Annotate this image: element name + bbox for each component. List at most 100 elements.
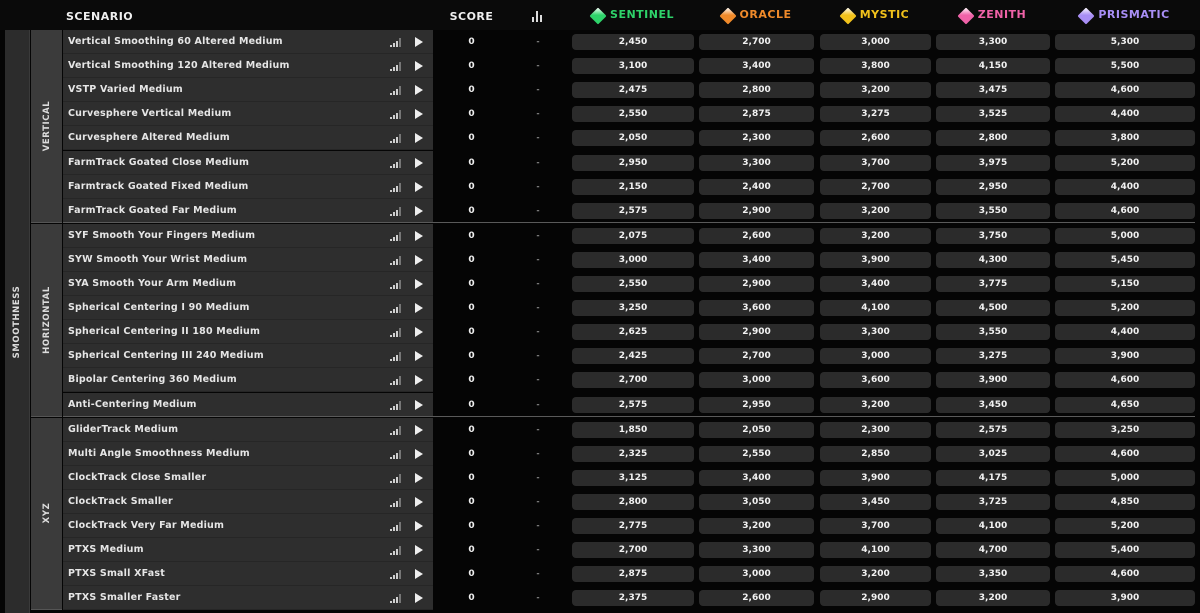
difficulty-bars-icon[interactable] xyxy=(390,62,402,72)
play-icon[interactable] xyxy=(415,254,423,265)
score-header[interactable]: SCORE xyxy=(433,0,510,30)
scenario-cell[interactable]: FarmTrack Goated Close Medium xyxy=(63,150,433,175)
stats-icon[interactable] xyxy=(532,11,544,22)
scenario-cell[interactable]: Anti-Centering Medium xyxy=(63,392,433,417)
play-icon[interactable] xyxy=(415,181,423,192)
scenario-cell[interactable]: Vertical Smoothing 60 Altered Medium xyxy=(63,30,433,54)
difficulty-bars-icon[interactable] xyxy=(390,425,402,435)
difficulty-bars-icon[interactable] xyxy=(390,497,402,507)
scenario-name[interactable]: ClockTrack Close Smaller xyxy=(68,466,206,490)
scenario-cell[interactable]: Spherical Centering II 180 Medium xyxy=(63,320,433,345)
scenario-name[interactable]: PTXS Small XFast xyxy=(68,562,165,586)
scenario-cell[interactable]: VSTP Varied Medium xyxy=(63,78,433,103)
difficulty-bars-icon[interactable] xyxy=(390,255,402,265)
scenario-cell[interactable]: Spherical Centering I 90 Medium xyxy=(63,296,433,321)
difficulty-bars-icon[interactable] xyxy=(390,352,402,362)
play-icon[interactable] xyxy=(415,133,423,144)
scenario-cell[interactable]: Multi Angle Smoothness Medium xyxy=(63,441,433,466)
difficulty-bars-icon[interactable] xyxy=(390,594,402,604)
difficulty-bars-icon[interactable] xyxy=(390,546,402,556)
play-icon[interactable] xyxy=(415,569,423,580)
scenario-cell[interactable]: SYF Smooth Your Fingers Medium xyxy=(63,223,433,248)
scenario-cell[interactable]: ClockTrack Close Smaller xyxy=(63,465,433,490)
play-icon[interactable] xyxy=(415,496,423,507)
play-icon[interactable] xyxy=(415,61,423,72)
play-icon[interactable] xyxy=(415,472,423,483)
scenario-cell[interactable]: GliderTrack Medium xyxy=(63,417,433,442)
difficulty-bars-icon[interactable] xyxy=(390,86,402,96)
play-icon[interactable] xyxy=(415,37,423,47)
difficulty-bars-icon[interactable] xyxy=(390,570,402,580)
threshold-3: 3,725 xyxy=(936,493,1050,510)
play-icon[interactable] xyxy=(415,157,423,168)
difficulty-bars-icon[interactable] xyxy=(390,449,402,459)
scenario-name[interactable]: Farmtrack Goated Fixed Medium xyxy=(68,175,249,199)
scenario-name[interactable]: Spherical Centering III 240 Medium xyxy=(68,344,264,368)
scenario-cell[interactable]: Bipolar Centering 360 Medium xyxy=(63,368,433,393)
difficulty-bars-icon[interactable] xyxy=(390,522,402,531)
play-icon[interactable] xyxy=(415,303,423,314)
play-icon[interactable] xyxy=(415,521,423,531)
play-icon[interactable] xyxy=(415,205,423,216)
difficulty-bars-icon[interactable] xyxy=(390,206,402,216)
scenario-cell[interactable]: ClockTrack Smaller xyxy=(63,489,433,514)
scenario-name[interactable]: Vertical Smoothing 60 Altered Medium xyxy=(68,30,283,54)
play-icon[interactable] xyxy=(415,85,423,96)
scenario-cell[interactable]: Spherical Centering III 240 Medium xyxy=(63,344,433,369)
scenario-cell[interactable]: SYW Smooth Your Wrist Medium xyxy=(63,247,433,272)
scenario-name[interactable]: Bipolar Centering 360 Medium xyxy=(68,368,237,392)
play-icon[interactable] xyxy=(415,424,423,435)
scenario-cell[interactable]: ClockTrack Very Far Medium xyxy=(63,514,433,538)
difficulty-bars-icon[interactable] xyxy=(390,38,402,47)
scenario-name[interactable]: PTXS Smaller Faster xyxy=(68,586,180,610)
scenario-cell[interactable]: FarmTrack Goated Far Medium xyxy=(63,198,433,223)
scenario-name[interactable]: Curvesphere Altered Medium xyxy=(68,126,230,150)
scenario-name[interactable]: FarmTrack Goated Close Medium xyxy=(68,151,249,175)
scenario-name[interactable]: Curvesphere Vertical Medium xyxy=(68,102,232,126)
scenario-name[interactable]: ClockTrack Smaller xyxy=(68,490,173,514)
difficulty-bars-icon[interactable] xyxy=(390,158,402,168)
scenario-cell[interactable]: SYA Smooth Your Arm Medium xyxy=(63,272,433,296)
play-icon[interactable] xyxy=(415,545,423,556)
scenario-cell[interactable]: PTXS Small XFast xyxy=(63,562,433,587)
scenario-cell[interactable]: PTXS Smaller Faster xyxy=(63,586,433,611)
difficulty-bars-icon[interactable] xyxy=(390,304,402,314)
scenario-name[interactable]: Spherical Centering II 180 Medium xyxy=(68,320,260,344)
scenario-name[interactable]: Multi Angle Smoothness Medium xyxy=(68,442,250,466)
scenario-cell[interactable]: Curvesphere Altered Medium xyxy=(63,126,433,151)
difficulty-bars-icon[interactable] xyxy=(390,473,402,483)
play-icon[interactable] xyxy=(415,327,423,338)
scenario-name[interactable]: FarmTrack Goated Far Medium xyxy=(68,199,237,223)
scenario-cell[interactable]: Curvesphere Vertical Medium xyxy=(63,102,433,127)
scenario-name[interactable]: Anti-Centering Medium xyxy=(68,393,197,417)
play-icon[interactable] xyxy=(415,351,423,362)
play-icon[interactable] xyxy=(415,279,423,289)
difficulty-bars-icon[interactable] xyxy=(390,182,402,192)
scenario-name[interactable]: SYF Smooth Your Fingers Medium xyxy=(68,224,255,248)
play-icon[interactable] xyxy=(415,448,423,459)
scenario-name[interactable]: PTXS Medium xyxy=(68,538,144,562)
difficulty-bars-icon[interactable] xyxy=(390,400,402,410)
difficulty-bars-icon[interactable] xyxy=(390,328,402,338)
play-icon[interactable] xyxy=(415,375,423,386)
scenario-cell[interactable]: Vertical Smoothing 120 Altered Medium xyxy=(63,54,433,79)
difficulty-bars-icon[interactable] xyxy=(390,110,402,120)
difficulty-bars-icon[interactable] xyxy=(390,134,402,144)
play-icon[interactable] xyxy=(415,593,423,604)
scenario-name[interactable]: SYW Smooth Your Wrist Medium xyxy=(68,248,247,272)
scenario-name[interactable]: Vertical Smoothing 120 Altered Medium xyxy=(68,54,290,78)
scenario-name[interactable]: SYA Smooth Your Arm Medium xyxy=(68,272,236,296)
difficulty-bars-icon[interactable] xyxy=(390,231,402,241)
difficulty-bars-icon[interactable] xyxy=(390,280,402,289)
difficulty-bars-icon[interactable] xyxy=(390,376,402,386)
scenario-name[interactable]: VSTP Varied Medium xyxy=(68,78,183,102)
scenario-cell[interactable]: PTXS Medium xyxy=(63,538,433,563)
scenario-cell[interactable]: Farmtrack Goated Fixed Medium xyxy=(63,174,433,199)
play-icon[interactable] xyxy=(415,399,423,410)
play-icon[interactable] xyxy=(415,109,423,120)
scenario-header[interactable]: SCENARIO xyxy=(66,0,133,30)
scenario-name[interactable]: ClockTrack Very Far Medium xyxy=(68,514,224,538)
scenario-name[interactable]: GliderTrack Medium xyxy=(68,418,178,442)
play-icon[interactable] xyxy=(415,230,423,241)
scenario-name[interactable]: Spherical Centering I 90 Medium xyxy=(68,296,250,320)
